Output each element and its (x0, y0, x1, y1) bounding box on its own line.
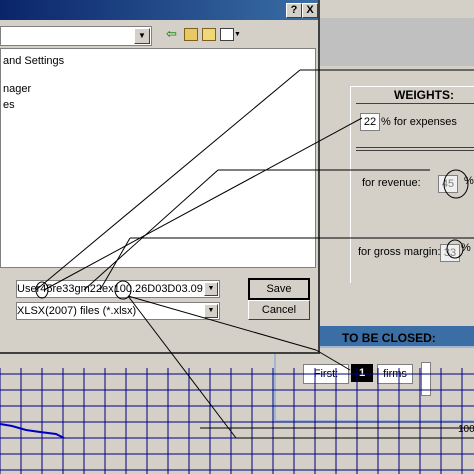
callout-lines (35, 69, 474, 439)
